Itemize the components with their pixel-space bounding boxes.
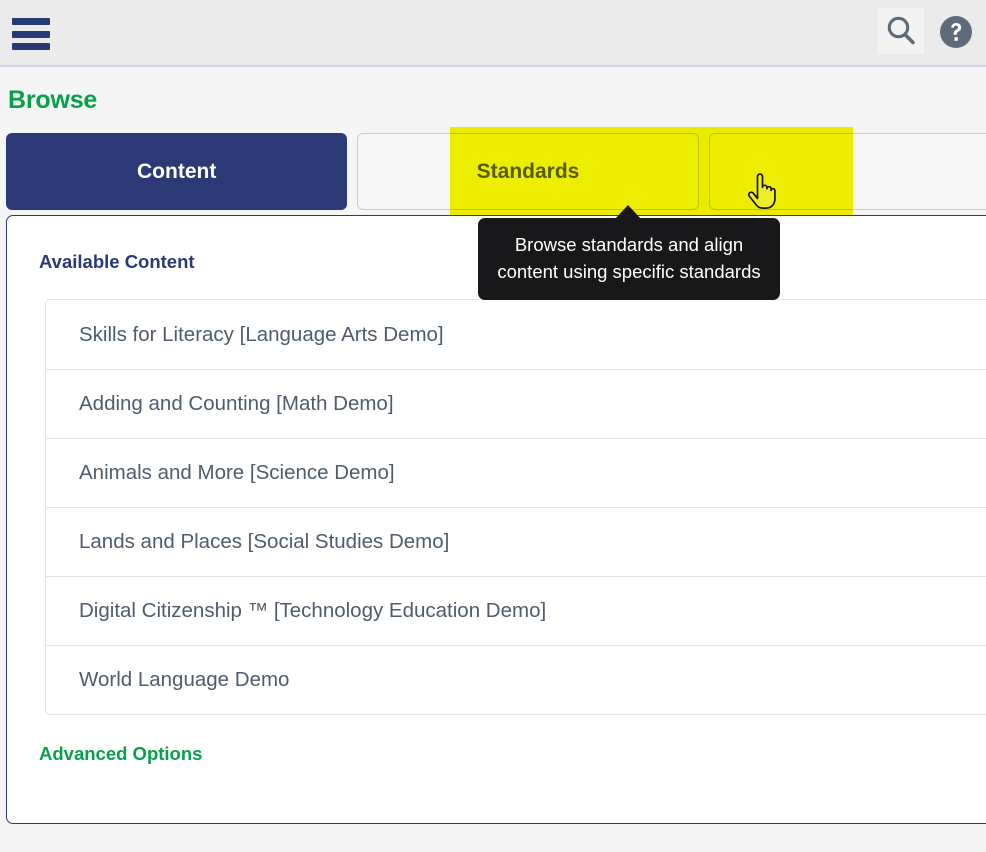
hamburger-bar — [12, 30, 50, 38]
tab-third[interactable] — [708, 133, 986, 210]
available-content-heading: Available Content — [39, 251, 195, 272]
page-title: Browse — [8, 86, 98, 114]
list-item-label: Animals and More [Science Demo] — [79, 461, 395, 484]
standards-tooltip: Browse standards and align content using… — [478, 218, 780, 301]
list-item[interactable]: Lands and Places [Social Studies Demo] — [46, 507, 986, 576]
list-item-label: Skills for Literacy [Language Arts Demo] — [79, 322, 444, 346]
search-icon[interactable] — [878, 8, 924, 54]
hamburger-menu-icon[interactable] — [12, 14, 50, 54]
tooltip-arrow — [615, 205, 641, 219]
help-question-circle-icon[interactable] — [934, 10, 978, 54]
list-item[interactable]: Digital Citizenship ™ [Technology Educat… — [46, 576, 986, 645]
available-content-list: Skills for Literacy [Language Arts Demo]… — [45, 299, 986, 715]
tab-content[interactable]: Content — [6, 133, 348, 210]
list-item-label: Digital Citizenship ™ [Technology Educat… — [79, 599, 547, 622]
list-item[interactable]: Adding and Counting [Math Demo] — [46, 369, 986, 438]
list-item-label: Adding and Counting [Math Demo] — [79, 392, 394, 415]
advanced-options-link[interactable]: Advanced Options — [39, 743, 202, 765]
list-item-label: World Language Demo — [79, 668, 290, 691]
browse-tab-strip: Content Standards — [0, 133, 986, 210]
hamburger-bar — [12, 18, 50, 25]
list-item[interactable]: World Language Demo — [46, 645, 986, 714]
list-item[interactable]: Skills for Literacy [Language Arts Demo] — [46, 300, 986, 369]
tab-standards[interactable]: Standards — [357, 133, 699, 210]
tab-label: Standards — [476, 159, 580, 183]
tab-label: Content — [137, 159, 217, 183]
list-item[interactable]: Animals and More [Science Demo] — [46, 438, 986, 507]
hamburger-bar — [12, 43, 50, 50]
browse-content-panel: Available Content Skills for Literacy [L… — [6, 215, 986, 824]
list-item-label: Lands and Places [Social Studies Demo] — [79, 530, 450, 553]
app-bar — [0, 0, 986, 67]
